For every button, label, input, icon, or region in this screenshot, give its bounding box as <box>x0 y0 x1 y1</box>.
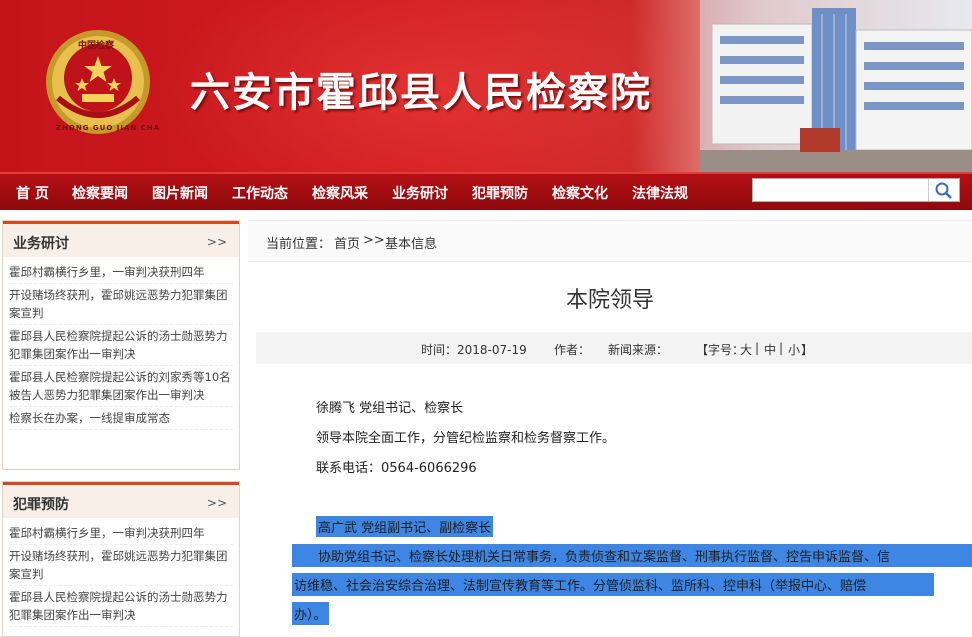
emblem-caption: 中国检察 <box>78 41 115 51</box>
main-content: 当前位置： 首页 >> 基本信息 本院领导 时间：2018-07-19 作者： … <box>248 220 972 637</box>
font-size-separator: | <box>779 341 784 355</box>
emblem-ring-text: ZHONG GUO JIAN CHA <box>56 124 161 132</box>
panel-more-link[interactable]: >> <box>207 496 227 510</box>
site-title: 六安市霍邱县人民检察院 <box>190 69 652 116</box>
breadcrumb-separator: >> <box>363 233 385 248</box>
breadcrumb-home-link[interactable]: 首页 <box>334 233 360 252</box>
nav-procurator-style[interactable]: 检察风采 <box>312 183 368 203</box>
author-label: 作者： <box>554 343 591 357</box>
sidebar-panel-business-research: 业务研讨 >> 霍邱村霸横行乡里，一审判决获刑四年 开设赌场终获刑，霍邱姚远恶势… <box>2 220 240 470</box>
nav-photo-news[interactable]: 图片新闻 <box>152 183 208 203</box>
search-icon <box>935 182 952 199</box>
article-title: 本院领导 <box>565 288 654 313</box>
panel-title: 犯罪预防 <box>13 497 69 513</box>
publish-time: 时间：2018-07-19 <box>421 343 527 357</box>
nav-work-updates[interactable]: 工作动态 <box>232 183 288 203</box>
panel-header: 业务研讨 >> <box>3 221 239 257</box>
search-button[interactable] <box>928 179 959 201</box>
list-item[interactable]: 霍邱县人民检察院提起公诉的汤士勋恶势力犯罪集团案作出一审判决 <box>9 586 233 627</box>
panel-title: 业务研讨 <box>13 236 69 252</box>
list-item[interactable]: 检察长在办案，一线提审成常态 <box>9 407 233 430</box>
article-meta: 时间：2018-07-19 作者： 新闻来源： 【字号： 大 | 中 | 小 】 <box>256 332 972 364</box>
nav-procuratorate-news[interactable]: 检察要闻 <box>72 183 128 203</box>
font-size-separator: | <box>755 341 760 355</box>
list-item[interactable]: 霍邱村霸横行乡里，一审判决获刑四年 <box>9 261 233 284</box>
site-banner: 中国检察 ZHONG GUO JIAN CHA 六安市霍邱县人民检察院 <box>0 0 972 172</box>
list-item[interactable]: 开设赌场终获刑，霍邱姚远恶势力犯罪集团案宣判 <box>9 545 233 586</box>
leader-phone: 联系电话：0564-6066296 <box>316 461 477 476</box>
leader-name-title: 徐腾飞 党组书记、检察长 <box>316 401 464 416</box>
nav-laws-regulations[interactable]: 法律法规 <box>632 183 688 203</box>
font-size-small-link[interactable]: 小 <box>788 341 800 358</box>
source-label: 新闻来源： <box>608 343 669 357</box>
deputy-duties-line3: 办）。 <box>292 602 329 625</box>
leader-duties: 领导本院全面工作，分管纪检监察和检务督察工作。 <box>316 431 616 446</box>
panel-more-link[interactable]: >> <box>207 235 227 249</box>
font-size-large-link[interactable]: 大 <box>740 341 752 358</box>
list-item[interactable]: 霍邱村霸横行乡里，一审判决获刑四年 <box>9 522 233 545</box>
nav-business-research[interactable]: 业务研讨 <box>392 183 448 203</box>
panel-header: 犯罪预防 >> <box>3 482 239 518</box>
breadcrumb: 当前位置： 首页 >> 基本信息 <box>248 220 972 262</box>
courthouse-building-image <box>700 0 972 172</box>
list-item[interactable]: 霍邱县人民检察院提起公诉的刘家秀等10名被告人恶势力犯罪集团案作出一审判决 <box>9 366 233 407</box>
search-input[interactable] <box>755 181 929 201</box>
breadcrumb-current: 基本信息 <box>385 237 438 252</box>
search-box <box>752 178 960 202</box>
nav-crime-prevention[interactable]: 犯罪预防 <box>472 183 528 203</box>
list-item[interactable]: 开设赌场终获刑，霍邱姚远恶势力犯罪集团案宣判 <box>9 284 233 325</box>
nav-procuratorate-culture[interactable]: 检察文化 <box>552 183 608 203</box>
nav-home[interactable]: 首 页 <box>16 183 49 203</box>
deputy-duties-line2: 访维稳、社会治安综合治理、法制宣传教育等工作。分管侦监科、监所科、控申科（举报中… <box>292 573 934 596</box>
font-size-bracket: 】 <box>801 343 814 357</box>
deputy-name-title: 高广武 党组副书记、副检察长 <box>316 516 494 537</box>
list-item[interactable]: 霍邱县人民检察院提起公诉的汤士勋恶势力犯罪集团案作出一审判决 <box>9 325 233 366</box>
breadcrumb-label: 当前位置： <box>266 237 332 252</box>
sidebar-panel-crime-prevention: 犯罪预防 >> 霍邱村霸横行乡里，一审判决获刑四年 开设赌场终获刑，霍邱姚远恶势… <box>2 481 240 637</box>
deputy-duties-line1: 协助党组书记、检察长处理机关日常事务，负责侦查和立案监督、刑事执行监督、控告申诉… <box>292 544 972 567</box>
font-size-medium-link[interactable]: 中 <box>764 341 776 358</box>
font-size-label: 【字号： <box>696 343 745 357</box>
